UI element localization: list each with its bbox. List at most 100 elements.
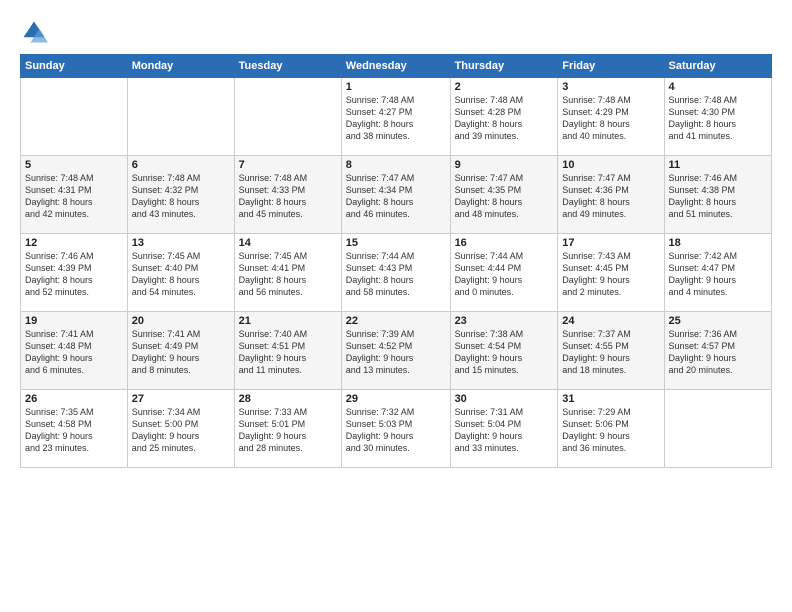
day-content: Sunrise: 7:41 AM Sunset: 4:48 PM Dayligh… [25, 328, 123, 377]
weekday-row: SundayMondayTuesdayWednesdayThursdayFrid… [21, 55, 772, 78]
day-content: Sunrise: 7:48 AM Sunset: 4:29 PM Dayligh… [562, 94, 659, 143]
calendar-body: 1Sunrise: 7:48 AM Sunset: 4:27 PM Daylig… [21, 78, 772, 468]
day-number: 17 [562, 237, 659, 249]
calendar-cell: 1Sunrise: 7:48 AM Sunset: 4:27 PM Daylig… [341, 78, 450, 156]
calendar-cell: 25Sunrise: 7:36 AM Sunset: 4:57 PM Dayli… [664, 312, 771, 390]
weekday-header: Saturday [664, 55, 771, 78]
calendar-week-row: 1Sunrise: 7:48 AM Sunset: 4:27 PM Daylig… [21, 78, 772, 156]
calendar-cell: 3Sunrise: 7:48 AM Sunset: 4:29 PM Daylig… [558, 78, 664, 156]
day-number: 24 [562, 315, 659, 327]
weekday-header: Wednesday [341, 55, 450, 78]
day-number: 22 [346, 315, 446, 327]
day-number: 8 [346, 159, 446, 171]
day-number: 4 [669, 81, 767, 93]
calendar-cell: 11Sunrise: 7:46 AM Sunset: 4:38 PM Dayli… [664, 156, 771, 234]
day-number: 9 [455, 159, 554, 171]
weekday-header: Thursday [450, 55, 558, 78]
calendar-cell: 24Sunrise: 7:37 AM Sunset: 4:55 PM Dayli… [558, 312, 664, 390]
day-number: 16 [455, 237, 554, 249]
logo [20, 18, 52, 46]
calendar-week-row: 19Sunrise: 7:41 AM Sunset: 4:48 PM Dayli… [21, 312, 772, 390]
day-content: Sunrise: 7:39 AM Sunset: 4:52 PM Dayligh… [346, 328, 446, 377]
calendar-cell: 28Sunrise: 7:33 AM Sunset: 5:01 PM Dayli… [234, 390, 341, 468]
day-content: Sunrise: 7:45 AM Sunset: 4:40 PM Dayligh… [132, 250, 230, 299]
day-content: Sunrise: 7:32 AM Sunset: 5:03 PM Dayligh… [346, 406, 446, 455]
day-content: Sunrise: 7:44 AM Sunset: 4:44 PM Dayligh… [455, 250, 554, 299]
day-content: Sunrise: 7:44 AM Sunset: 4:43 PM Dayligh… [346, 250, 446, 299]
weekday-header: Tuesday [234, 55, 341, 78]
calendar-week-row: 12Sunrise: 7:46 AM Sunset: 4:39 PM Dayli… [21, 234, 772, 312]
day-content: Sunrise: 7:33 AM Sunset: 5:01 PM Dayligh… [239, 406, 337, 455]
calendar-cell: 14Sunrise: 7:45 AM Sunset: 4:41 PM Dayli… [234, 234, 341, 312]
calendar-cell: 10Sunrise: 7:47 AM Sunset: 4:36 PM Dayli… [558, 156, 664, 234]
calendar-cell: 18Sunrise: 7:42 AM Sunset: 4:47 PM Dayli… [664, 234, 771, 312]
day-number: 30 [455, 393, 554, 405]
calendar-cell: 26Sunrise: 7:35 AM Sunset: 4:58 PM Dayli… [21, 390, 128, 468]
day-number: 18 [669, 237, 767, 249]
day-content: Sunrise: 7:48 AM Sunset: 4:31 PM Dayligh… [25, 172, 123, 221]
day-content: Sunrise: 7:43 AM Sunset: 4:45 PM Dayligh… [562, 250, 659, 299]
calendar-cell: 22Sunrise: 7:39 AM Sunset: 4:52 PM Dayli… [341, 312, 450, 390]
day-content: Sunrise: 7:38 AM Sunset: 4:54 PM Dayligh… [455, 328, 554, 377]
day-content: Sunrise: 7:48 AM Sunset: 4:33 PM Dayligh… [239, 172, 337, 221]
calendar-cell [21, 78, 128, 156]
day-number: 20 [132, 315, 230, 327]
day-number: 13 [132, 237, 230, 249]
day-number: 27 [132, 393, 230, 405]
day-number: 12 [25, 237, 123, 249]
day-content: Sunrise: 7:36 AM Sunset: 4:57 PM Dayligh… [669, 328, 767, 377]
day-content: Sunrise: 7:34 AM Sunset: 5:00 PM Dayligh… [132, 406, 230, 455]
calendar-cell: 27Sunrise: 7:34 AM Sunset: 5:00 PM Dayli… [127, 390, 234, 468]
calendar-cell: 13Sunrise: 7:45 AM Sunset: 4:40 PM Dayli… [127, 234, 234, 312]
day-content: Sunrise: 7:31 AM Sunset: 5:04 PM Dayligh… [455, 406, 554, 455]
day-content: Sunrise: 7:46 AM Sunset: 4:38 PM Dayligh… [669, 172, 767, 221]
day-number: 11 [669, 159, 767, 171]
calendar-cell: 23Sunrise: 7:38 AM Sunset: 4:54 PM Dayli… [450, 312, 558, 390]
day-number: 19 [25, 315, 123, 327]
day-content: Sunrise: 7:46 AM Sunset: 4:39 PM Dayligh… [25, 250, 123, 299]
day-number: 23 [455, 315, 554, 327]
calendar-cell: 29Sunrise: 7:32 AM Sunset: 5:03 PM Dayli… [341, 390, 450, 468]
day-content: Sunrise: 7:42 AM Sunset: 4:47 PM Dayligh… [669, 250, 767, 299]
calendar-cell: 17Sunrise: 7:43 AM Sunset: 4:45 PM Dayli… [558, 234, 664, 312]
calendar-cell: 20Sunrise: 7:41 AM Sunset: 4:49 PM Dayli… [127, 312, 234, 390]
day-number: 14 [239, 237, 337, 249]
calendar-cell [664, 390, 771, 468]
day-number: 28 [239, 393, 337, 405]
weekday-header: Sunday [21, 55, 128, 78]
calendar-page: SundayMondayTuesdayWednesdayThursdayFrid… [0, 0, 792, 612]
day-content: Sunrise: 7:41 AM Sunset: 4:49 PM Dayligh… [132, 328, 230, 377]
calendar-cell [127, 78, 234, 156]
day-content: Sunrise: 7:47 AM Sunset: 4:34 PM Dayligh… [346, 172, 446, 221]
day-number: 10 [562, 159, 659, 171]
logo-icon [20, 18, 48, 46]
day-number: 29 [346, 393, 446, 405]
calendar-cell: 2Sunrise: 7:48 AM Sunset: 4:28 PM Daylig… [450, 78, 558, 156]
calendar-week-row: 26Sunrise: 7:35 AM Sunset: 4:58 PM Dayli… [21, 390, 772, 468]
calendar-cell: 4Sunrise: 7:48 AM Sunset: 4:30 PM Daylig… [664, 78, 771, 156]
calendar-cell: 5Sunrise: 7:48 AM Sunset: 4:31 PM Daylig… [21, 156, 128, 234]
day-content: Sunrise: 7:29 AM Sunset: 5:06 PM Dayligh… [562, 406, 659, 455]
calendar-cell: 9Sunrise: 7:47 AM Sunset: 4:35 PM Daylig… [450, 156, 558, 234]
calendar-cell: 15Sunrise: 7:44 AM Sunset: 4:43 PM Dayli… [341, 234, 450, 312]
calendar-cell: 30Sunrise: 7:31 AM Sunset: 5:04 PM Dayli… [450, 390, 558, 468]
calendar-cell: 21Sunrise: 7:40 AM Sunset: 4:51 PM Dayli… [234, 312, 341, 390]
weekday-header: Friday [558, 55, 664, 78]
day-content: Sunrise: 7:48 AM Sunset: 4:28 PM Dayligh… [455, 94, 554, 143]
weekday-header: Monday [127, 55, 234, 78]
day-number: 2 [455, 81, 554, 93]
header [20, 18, 772, 46]
day-number: 1 [346, 81, 446, 93]
calendar-cell: 16Sunrise: 7:44 AM Sunset: 4:44 PM Dayli… [450, 234, 558, 312]
day-content: Sunrise: 7:45 AM Sunset: 4:41 PM Dayligh… [239, 250, 337, 299]
day-content: Sunrise: 7:40 AM Sunset: 4:51 PM Dayligh… [239, 328, 337, 377]
calendar-cell: 19Sunrise: 7:41 AM Sunset: 4:48 PM Dayli… [21, 312, 128, 390]
day-content: Sunrise: 7:37 AM Sunset: 4:55 PM Dayligh… [562, 328, 659, 377]
day-number: 15 [346, 237, 446, 249]
calendar-cell: 31Sunrise: 7:29 AM Sunset: 5:06 PM Dayli… [558, 390, 664, 468]
day-number: 7 [239, 159, 337, 171]
calendar-cell: 7Sunrise: 7:48 AM Sunset: 4:33 PM Daylig… [234, 156, 341, 234]
day-content: Sunrise: 7:48 AM Sunset: 4:32 PM Dayligh… [132, 172, 230, 221]
day-number: 21 [239, 315, 337, 327]
calendar-cell: 8Sunrise: 7:47 AM Sunset: 4:34 PM Daylig… [341, 156, 450, 234]
